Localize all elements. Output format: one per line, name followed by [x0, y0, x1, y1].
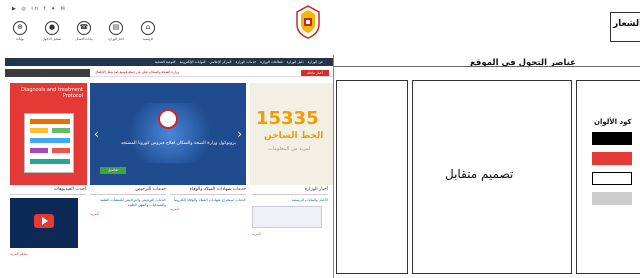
flowchart-image: [24, 113, 74, 173]
ministry-seal-icon: [158, 109, 178, 129]
layout-box-left: [336, 80, 408, 274]
nav-item[interactable]: التوعية الصحية: [155, 60, 176, 64]
link-icon: ⊕: [13, 21, 27, 35]
nav-item[interactable]: المركز الإعلامي: [210, 60, 232, 64]
swatch-white: [592, 172, 632, 185]
social-icons: ▶ ◎ in f ✦ ✉: [12, 6, 67, 12]
ministry-news-column: أخبار الوزارة الأخبار والبيانات الرسمية …: [252, 187, 328, 278]
swatch-gray: [592, 192, 632, 205]
facebook-icon[interactable]: f: [44, 6, 48, 12]
responsive-design-label: تصميم متقابل: [445, 167, 514, 181]
main-navigation: التوعية الصحية البوابات الإلكترونية المر…: [5, 58, 333, 66]
nav-item[interactable]: خدمات الوزارة: [235, 60, 256, 64]
twitter-icon[interactable]: ✦: [51, 6, 57, 12]
site-header: ▶ ◎ in f ✦ ✉ ⊕ بوابات ● تسجيل الدخول ☎ ب…: [0, 0, 640, 60]
quick-link-portals[interactable]: ⊕ بوابات: [10, 21, 30, 41]
ministry-logo[interactable]: [295, 4, 321, 40]
chevron-right-icon[interactable]: ›: [237, 127, 242, 141]
quick-link-login[interactable]: ● تسجيل الدخول: [42, 21, 62, 41]
swatch-red: [592, 152, 632, 165]
ticker-badge: أخبار عاجلة: [301, 70, 329, 76]
search-bar[interactable]: [5, 69, 90, 77]
news-icon: ▤: [109, 21, 123, 35]
news-thumbnail[interactable]: [252, 206, 322, 228]
swatch-black: [592, 132, 632, 145]
slider-caption: بروتوكول وزارة الصحة والسكان لعلاج فيروس…: [120, 141, 236, 146]
header-divider: [334, 66, 640, 67]
color-code-title: كود الألوان: [594, 118, 632, 126]
hotline-banner[interactable]: 15335 الخط الساخن لمزيد من المعلومات: [250, 83, 333, 185]
user-icon: ●: [45, 21, 59, 35]
divider: [333, 55, 334, 278]
instagram-icon[interactable]: ◎: [21, 6, 27, 12]
nav-item[interactable]: قطاعات الوزارة: [260, 60, 282, 64]
quick-link-contact[interactable]: ☎ بيانات الاتصال: [74, 21, 94, 41]
ticker-text[interactable]: وزارة الصحة والسكان تعلن عن حملة قومية ض…: [95, 70, 179, 74]
more-link[interactable]: المزيد: [90, 212, 166, 216]
logo-placeholder-box: الشعار: [610, 12, 640, 42]
linkedin-icon[interactable]: in: [31, 6, 40, 12]
youtube-icon[interactable]: ▶: [12, 6, 18, 12]
videos-column: أحدث الفيديوهات شاهد المزيد: [10, 187, 86, 278]
licensing-column: خدمات الترخيص خدمات الترخيص والتراخيص لل…: [90, 187, 166, 278]
quick-link-news[interactable]: ▤ أخبار الوزارة: [106, 21, 126, 41]
protocol-banner[interactable]: Diagnosis and treatment Protocol: [10, 83, 87, 185]
nav-item[interactable]: البوابات الإلكترونية: [179, 60, 205, 64]
video-player[interactable]: [10, 198, 78, 248]
news-ticker: وزارة الصحة والسكان تعلن عن حملة قومية ض…: [5, 69, 333, 77]
layout-box-center: تصميم متقابل: [412, 80, 572, 274]
screenshot-root: ▶ ◎ in f ✦ ✉ ⊕ بوابات ● تسجيل الدخول ☎ ب…: [0, 0, 640, 278]
hero-slider[interactable]: ‹ › بروتوكول وزارة الصحة والسكان لعلاج ف…: [90, 83, 246, 185]
email-icon[interactable]: ✉: [61, 6, 67, 12]
play-icon[interactable]: [34, 214, 54, 228]
certificates-column: خدمات شهادات الميلاد والوفاة خدمات استخر…: [170, 187, 246, 278]
quick-link-home[interactable]: ⌂ الرئيسية: [138, 21, 158, 41]
quick-links: ⊕ بوابات ● تسجيل الدخول ☎ بيانات الاتصال…: [10, 21, 158, 41]
phone-icon: ☎: [77, 21, 91, 35]
nav-item[interactable]: عن الوزارة: [308, 60, 323, 64]
nav-item[interactable]: دليل الوزارة: [287, 60, 304, 64]
more-link[interactable]: المزيد: [170, 207, 246, 211]
chevron-left-icon[interactable]: ‹: [94, 127, 99, 141]
home-icon: ⌂: [141, 21, 155, 35]
more-link[interactable]: المزيد: [252, 232, 328, 236]
slider-details-button[interactable]: تفاصيل: [100, 167, 126, 174]
website-preview: التوعية الصحية البوابات الإلكترونية المر…: [0, 55, 333, 278]
more-link[interactable]: شاهد المزيد: [10, 252, 86, 256]
